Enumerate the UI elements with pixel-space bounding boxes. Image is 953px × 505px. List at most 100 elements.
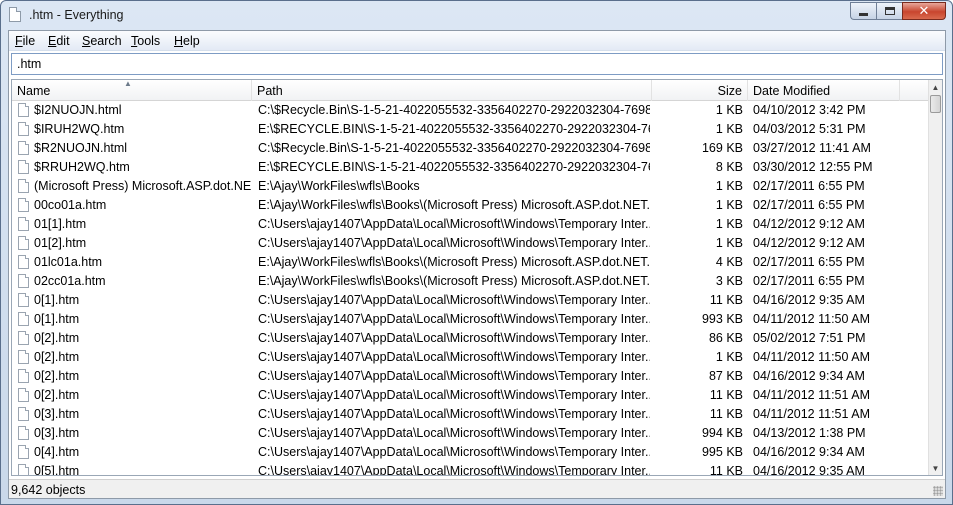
table-row[interactable]: (Microsoft Press) Microsoft.ASP.dot.NE..… [12, 177, 930, 196]
row-size: 995 KB [701, 445, 743, 459]
row-path: C:\Users\ajay1407\AppData\Local\Microsof… [258, 293, 650, 307]
row-name: 00co01a.htm [34, 198, 107, 212]
row-path: C:\Users\ajay1407\AppData\Local\Microsof… [258, 464, 650, 475]
column-size[interactable]: Size [652, 80, 748, 101]
column-size-label: Size [717, 84, 742, 98]
minimize-button[interactable] [850, 2, 876, 20]
file-icon [18, 217, 29, 231]
search-input[interactable] [17, 57, 937, 71]
file-icon [18, 160, 29, 174]
table-row[interactable]: 0[2].htm C:\Users\ajay1407\AppData\Local\… [12, 348, 930, 367]
table-row[interactable]: 0[1].htm C:\Users\ajay1407\AppData\Local\… [12, 291, 930, 310]
resize-grip-icon[interactable] [933, 486, 943, 496]
row-size: 11 KB [709, 293, 743, 307]
row-date: 04/16/2012 9:35 AM [753, 464, 865, 475]
row-path: C:\$Recycle.Bin\S-1-5-21-4022055532-3356… [258, 103, 650, 117]
row-date: 03/30/2012 12:55 PM [753, 160, 873, 174]
row-path: C:\Users\ajay1407\AppData\Local\Microsof… [258, 369, 650, 383]
table-row[interactable]: 0[5].htm C:\Users\ajay1407\AppData\Local\… [12, 462, 930, 475]
row-size: 169 KB [701, 141, 743, 155]
column-name-label: Name [17, 84, 51, 98]
results-list[interactable]: Name ▲ Path Size Date Modified $I2NUOJN.… [11, 79, 943, 476]
table-row[interactable]: 00co01a.htm E:\Ajay\WorkFiles\wfls\Books\… [12, 196, 930, 215]
table-row[interactable]: 0[2].htm C:\Users\ajay1407\AppData\Local\… [12, 367, 930, 386]
window-title: .htm - Everything [29, 8, 124, 22]
menu-edit-label: dit [56, 34, 70, 48]
table-row[interactable]: 01lc01a.htm E:\Ajay\WorkFiles\wfls\Books\… [12, 253, 930, 272]
row-date: 04/11/2012 11:50 AM [753, 350, 870, 364]
table-row[interactable]: 01[1].htm C:\Users\ajay1407\AppData\Local… [12, 215, 930, 234]
row-date: 04/16/2012 9:34 AM [753, 445, 865, 459]
file-icon [18, 464, 29, 475]
scroll-down-icon[interactable]: ▼ [929, 461, 942, 475]
table-row[interactable]: 0[2].htm C:\Users\ajay1407\AppData\Local\… [12, 329, 930, 348]
table-row[interactable]: 0[3].htm C:\Users\ajay1407\AppData\Local\… [12, 424, 930, 443]
table-row[interactable]: $R2NUOJN.html C:\$Recycle.Bin\S-1-5-21-40… [12, 139, 930, 158]
row-date: 04/11/2012 11:51 AM [753, 407, 870, 421]
scroll-up-icon[interactable]: ▲ [929, 80, 942, 94]
row-date: 04/12/2012 9:12 AM [753, 236, 865, 250]
row-path: C:\Users\ajay1407\AppData\Local\Microsof… [258, 388, 650, 402]
menu-file-accel: F [15, 34, 23, 48]
table-row[interactable]: $IRUH2WQ.htm E:\$RECYCLE.BIN\S-1-5-21-402… [12, 120, 930, 139]
row-path: C:\Users\ajay1407\AppData\Local\Microsof… [258, 217, 650, 231]
row-name: 0[4].htm [34, 445, 80, 459]
title-bar[interactable]: .htm - Everything ✕ [1, 1, 952, 29]
menu-tools[interactable]: Tools [131, 34, 160, 48]
file-icon [18, 350, 29, 364]
row-date: 04/11/2012 11:51 AM [753, 388, 870, 402]
menu-search[interactable]: Search [82, 34, 122, 48]
search-box[interactable] [11, 53, 943, 75]
maximize-icon [884, 7, 895, 15]
column-name[interactable]: Name ▲ [12, 80, 252, 101]
row-size: 1 KB [715, 217, 743, 231]
minimize-icon [859, 12, 868, 16]
file-icon [18, 388, 29, 402]
table-row[interactable]: $I2NUOJN.html C:\$Recycle.Bin\S-1-5-21-40… [12, 101, 930, 120]
row-size: 86 KB [708, 331, 743, 345]
row-size: 994 KB [701, 426, 743, 440]
column-path[interactable]: Path [252, 80, 652, 101]
file-icon [18, 369, 29, 383]
table-row[interactable]: 0[4].htm C:\Users\ajay1407\AppData\Local\… [12, 443, 930, 462]
file-icon [18, 293, 29, 307]
row-date: 05/02/2012 7:51 PM [753, 331, 866, 345]
menu-edit[interactable]: Edit [48, 34, 70, 48]
table-row[interactable]: 0[1].htm C:\Users\ajay1407\AppData\Local\… [12, 310, 930, 329]
row-name: 0[5].htm [34, 464, 80, 475]
menu-file-label: ile [22, 34, 36, 48]
table-row[interactable]: 02cc01a.htm E:\Ajay\WorkFiles\wfls\Books\… [12, 272, 930, 291]
row-path: C:\$Recycle.Bin\S-1-5-21-4022055532-3356… [258, 141, 650, 155]
table-row[interactable]: 0[2].htm C:\Users\ajay1407\AppData\Local\… [12, 386, 930, 405]
menu-help[interactable]: Help [174, 34, 200, 48]
menu-help-accel: H [174, 34, 184, 48]
row-size: 993 KB [701, 312, 743, 326]
row-date: 04/10/2012 3:42 PM [753, 103, 866, 117]
row-size: 11 KB [709, 407, 743, 421]
column-date-label: Date Modified [753, 84, 831, 98]
app-window: .htm - Everything ✕ File Edit Search Too… [0, 0, 953, 505]
row-name: $I2NUOJN.html [34, 103, 122, 117]
object-count: 9,642 objects [11, 483, 86, 497]
row-date: 02/17/2011 6:55 PM [753, 198, 865, 212]
row-name: 0[2].htm [34, 369, 80, 383]
sort-ascending-icon: ▲ [124, 79, 132, 88]
vertical-scrollbar[interactable]: ▲ ▼ [928, 80, 942, 475]
row-size: 1 KB [715, 236, 743, 250]
column-date-modified[interactable]: Date Modified [748, 80, 900, 101]
row-name: 0[1].htm [34, 312, 80, 326]
row-size: 1 KB [715, 198, 743, 212]
file-icon [18, 122, 29, 136]
table-row[interactable]: 01[2].htm C:\Users\ajay1407\AppData\Local… [12, 234, 930, 253]
row-date: 04/12/2012 9:12 AM [753, 217, 865, 231]
table-row[interactable]: $RRUH2WQ.htm E:\$RECYCLE.BIN\S-1-5-21-402… [12, 158, 930, 177]
column-filler [900, 80, 930, 101]
row-size: 11 KB [709, 464, 743, 475]
close-button[interactable]: ✕ [902, 2, 946, 20]
table-row[interactable]: 0[3].htm C:\Users\ajay1407\AppData\Local\… [12, 405, 930, 424]
menu-file[interactable]: File [15, 34, 35, 48]
scroll-thumb[interactable] [930, 95, 941, 113]
client-area: File Edit Search Tools Help Name ▲ Path … [8, 30, 946, 499]
maximize-button[interactable] [876, 2, 902, 20]
file-icon [18, 198, 29, 212]
